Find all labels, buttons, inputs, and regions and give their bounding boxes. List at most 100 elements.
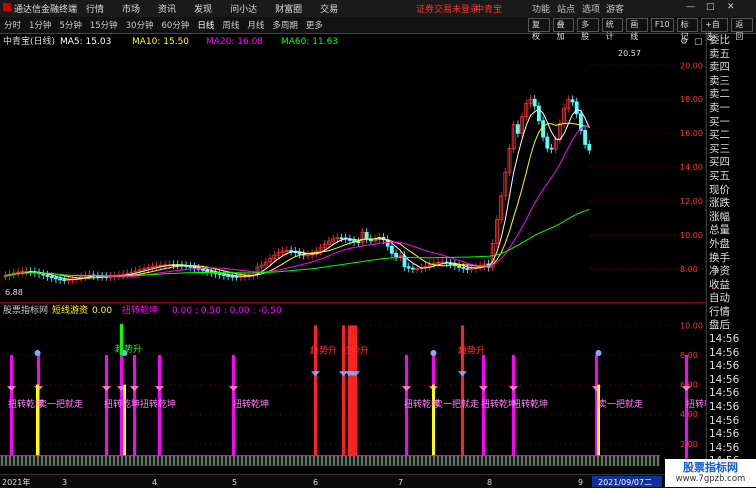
signal-diamond (155, 386, 164, 392)
quote-panel-item: 14:56 (709, 414, 740, 427)
signal-dot (34, 350, 41, 356)
date-label: 3 (62, 478, 67, 487)
menu-item[interactable]: 交易 (320, 2, 338, 15)
quote-panel-item: 收益 (709, 278, 730, 291)
indicator-label: 4.00 (680, 410, 698, 419)
tab-period[interactable]: 多周期 (272, 19, 298, 31)
signal-bar-red (461, 325, 464, 459)
candle-body (516, 124, 520, 134)
candle-body (457, 265, 462, 268)
button-add-watchlist[interactable]: +自选 (701, 18, 729, 41)
signal-dot (430, 350, 437, 356)
close-icon[interactable]: ✕ (727, 2, 735, 12)
tab-period[interactable]: 60分钟 (162, 19, 190, 31)
indicator-label: 8.00 (680, 351, 698, 360)
candle-body (410, 267, 415, 270)
quote-panel-item: 卖五 (709, 47, 730, 60)
tool-buttons: 复权 叠加 多股 统计 画线 F10 标记 +自选 返回 (528, 18, 756, 41)
button-overlay[interactable]: 叠加 (552, 18, 575, 41)
menu-item[interactable]: 市场 (122, 2, 140, 15)
tab-period-active[interactable]: 日线 (197, 19, 214, 31)
tab-period[interactable]: 周线 (222, 19, 239, 31)
menu-options[interactable]: 选项 (582, 2, 600, 15)
quote-panel-item: 14:56 (709, 373, 740, 386)
date-label: 2021/09/07二 (598, 478, 652, 487)
tab-more[interactable]: 更多 (306, 19, 323, 31)
candle-body (570, 99, 575, 103)
date-label: 7 (398, 478, 403, 487)
button-multi-stock[interactable]: 多股 (577, 18, 599, 41)
indicator-label: 短线游资 (52, 304, 88, 316)
quote-panel-item: 涨幅 (709, 210, 730, 223)
candle-body (339, 237, 344, 240)
tab-period[interactable]: 5分钟 (59, 19, 81, 31)
ma20-label: MA20: 16.08 (206, 37, 263, 47)
signal-bar-yellow (36, 384, 39, 459)
menu-item[interactable]: 发现 (194, 2, 212, 15)
chart-menu-icon[interactable]: ▢ (694, 37, 703, 47)
ma60-label: MA60: 11.63 (281, 37, 338, 47)
menu-item[interactable]: 问小达 (230, 2, 257, 15)
button-restore-rights[interactable]: 复权 (528, 18, 550, 41)
price-label: 16.00 (680, 129, 703, 138)
button-draw-line[interactable]: 画线 (626, 18, 648, 41)
signal-bar-red (314, 325, 317, 459)
menu-site[interactable]: 站点 (557, 2, 575, 15)
settings-icon[interactable]: ⚙ (680, 37, 688, 47)
candle-body (389, 245, 394, 254)
signal-bar-yellow (597, 384, 600, 459)
tab-period[interactable]: 1分钟 (29, 19, 51, 31)
button-statistics[interactable]: 统计 (601, 18, 624, 41)
title-bar: 通达信金融终端 行情 市场 资讯 发现 问小达 财富圈 交易 证券交易未登录 中… (0, 0, 756, 18)
menu-item[interactable]: 财富圈 (275, 2, 302, 15)
date-label: 6 (313, 478, 318, 487)
candle-body (221, 274, 226, 277)
candle-body (230, 275, 235, 278)
quote-panel-item: 换手 (709, 251, 730, 264)
price-label: 10.00 (680, 231, 703, 240)
quote-panel-item: 14:56 (709, 346, 740, 359)
main-chart-title: 中青宝(日线) (3, 35, 55, 47)
low-price-mark: 6.88 (5, 288, 23, 297)
menu-guest[interactable]: 游客 (606, 2, 624, 15)
signal-text: 卖一把就走 (38, 398, 83, 410)
quote-panel-item: 涨跌 (709, 197, 730, 210)
tab-period[interactable]: 分时 (4, 19, 21, 31)
maximize-icon[interactable]: □ (706, 2, 715, 12)
candle-body (200, 268, 205, 271)
signal-text: 扭转乾坤 (686, 398, 706, 410)
button-back[interactable]: 返回 (731, 18, 753, 41)
quote-panel-item: 买二 (709, 129, 730, 142)
signal-text: 卖一把就走 (598, 398, 643, 410)
login-status[interactable]: 证券交易未登录 (416, 2, 479, 15)
baseline-band (0, 455, 660, 466)
candle-body (537, 105, 541, 122)
quote-panel-item: 买四 (709, 156, 730, 169)
menu-item[interactable]: 资讯 (158, 2, 176, 15)
tab-period[interactable]: 30分钟 (126, 19, 154, 31)
price-label: 12.00 (680, 197, 703, 206)
kline-chart[interactable]: 中青宝(日线) MA5: 15.03 MA10: 15.50 MA20: 16.… (0, 34, 706, 300)
quote-panel-item: 卖一 (709, 101, 730, 114)
tab-period[interactable]: 15分钟 (90, 19, 118, 31)
signal-text: 趋势升 (342, 345, 369, 357)
indicator-title: 股票指标网 (3, 304, 48, 316)
menu-function[interactable]: 功能 (532, 2, 550, 15)
date-label: 5 (232, 478, 237, 487)
button-f10[interactable]: F10 (650, 18, 674, 32)
button-mark[interactable]: 标记 (676, 18, 699, 41)
quote-panel-item: 自动 (709, 292, 730, 305)
candle-body (297, 252, 302, 255)
signal-bar-yellow (432, 384, 435, 459)
date-label: 9 (578, 478, 583, 487)
candle-body (394, 252, 399, 258)
indicator-name: 扭转乾坤 (122, 304, 158, 316)
indicator-chart[interactable]: 股票指标网 短线游资 0.00 扭转乾坤 0.00 : 0.50 : 0.00 … (0, 302, 706, 474)
indicator-label: 2.00 (680, 440, 698, 449)
minimize-icon[interactable]: — (686, 2, 695, 12)
candle-body (58, 278, 62, 281)
tab-period[interactable]: 月线 (247, 19, 264, 31)
quote-panel-item: 买三 (709, 142, 730, 155)
candle-body (532, 98, 537, 107)
menu-item[interactable]: 行情 (86, 2, 104, 15)
